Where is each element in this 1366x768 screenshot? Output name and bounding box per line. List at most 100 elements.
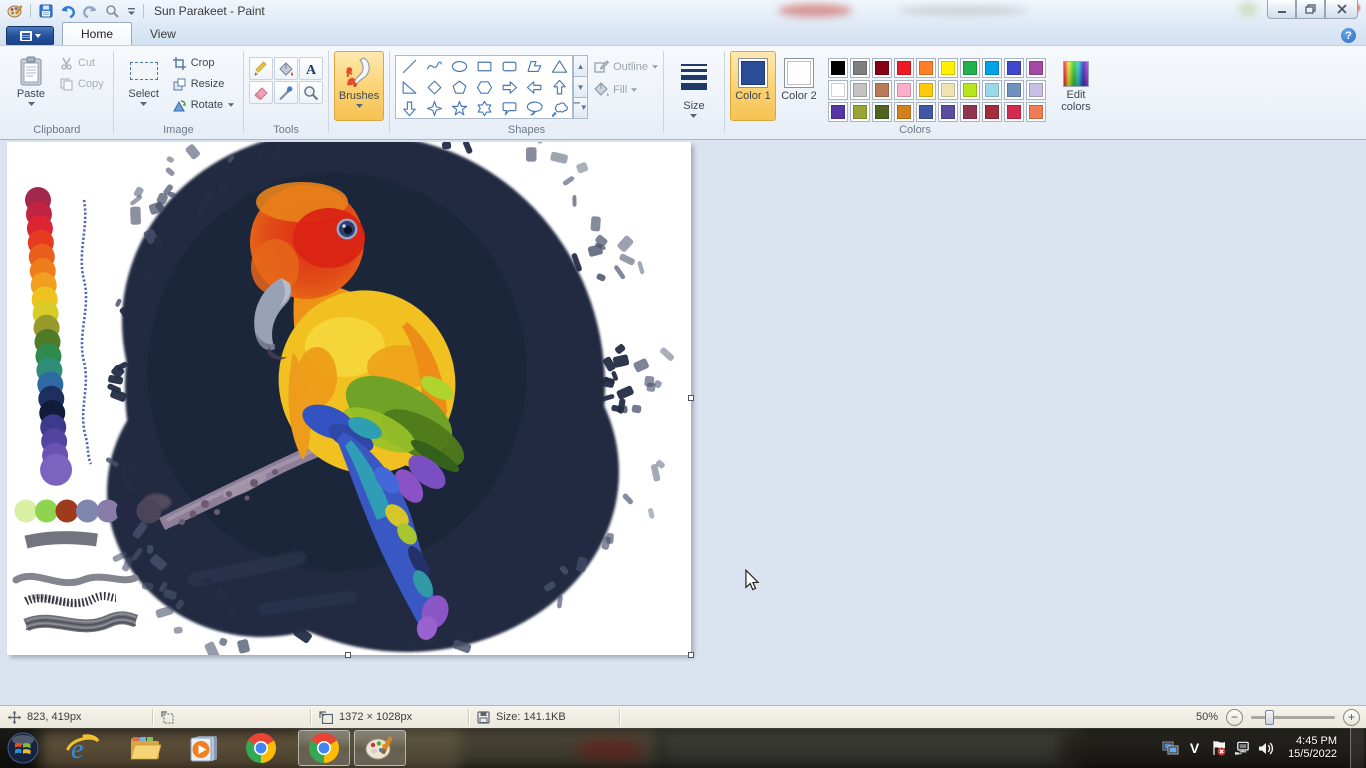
palette-swatch[interactable] [938,80,958,100]
taskbar-item-chrome[interactable] [238,728,284,768]
palette-swatch[interactable] [894,58,914,78]
v-app-icon[interactable]: V [1186,740,1203,757]
palette-swatch[interactable] [850,80,870,100]
palette-swatch[interactable] [850,58,870,78]
redo-icon[interactable] [81,2,99,20]
diamond-shape[interactable] [422,77,447,98]
palette-swatch[interactable] [960,58,980,78]
zoom-slider-thumb[interactable] [1265,710,1274,725]
scroll-up-icon[interactable]: ▲ [573,55,588,77]
outline-button[interactable]: Outline [594,59,658,74]
fill-button[interactable]: Fill [594,82,658,97]
close-button[interactable] [1325,0,1358,19]
color1-button[interactable]: Color 1 [730,51,776,121]
five-point-star-shape[interactable] [447,98,472,119]
crop-button[interactable]: Crop [169,53,238,73]
application-menu-button[interactable] [6,26,54,46]
palette-swatch[interactable] [1004,80,1024,100]
color-picker-tool-icon[interactable] [274,81,298,104]
paste-button[interactable]: Paste [6,51,56,121]
magnifier-tool-icon[interactable] [299,81,323,104]
four-point-star-shape[interactable] [422,98,447,119]
taskbar-item-file-explorer[interactable] [122,728,168,768]
taskbar-item-media-player[interactable] [180,728,226,768]
network-icon[interactable] [1234,740,1251,757]
taskbar-window-chrome[interactable] [298,730,350,766]
zoom-out-button[interactable]: − [1226,709,1243,726]
save-icon[interactable] [37,2,55,20]
right-triangle-shape[interactable] [397,77,422,98]
minimize-button[interactable] [1267,0,1296,19]
vm-monitor-icon[interactable] [1162,740,1179,757]
brushes-button[interactable]: Brushes [334,51,384,121]
start-button[interactable] [0,728,46,768]
canvas-resize-handle-corner[interactable] [688,652,694,658]
select-button[interactable]: Select [119,51,169,121]
palette-swatch[interactable] [982,58,1002,78]
line-shape[interactable] [397,56,422,77]
drawing-canvas[interactable] [7,142,691,655]
paint-app-icon[interactable] [6,2,24,20]
palette-swatch[interactable] [1026,58,1046,78]
fill-bucket-tool-icon[interactable] [274,57,298,80]
text-tool-icon[interactable]: A [299,57,323,80]
palette-swatch[interactable] [872,80,892,100]
palette-swatch[interactable] [916,58,936,78]
gallery-more-icon[interactable]: ▔▼ [573,98,588,119]
restore-button[interactable] [1296,0,1325,19]
six-point-star-shape[interactable] [472,98,497,119]
palette-swatch[interactable] [1026,102,1046,122]
palette-swatch[interactable] [960,80,980,100]
palette-swatch[interactable] [982,102,1002,122]
help-icon[interactable]: ? [1341,28,1356,43]
palette-swatch[interactable] [938,102,958,122]
show-desktop-button[interactable] [1350,728,1364,768]
resize-button[interactable]: Resize [169,74,238,94]
zoom-tool-icon[interactable] [103,2,121,20]
rotate-button[interactable]: Rotate [169,95,238,115]
arrow-left-shape[interactable] [522,77,547,98]
arrow-right-shape[interactable] [497,77,522,98]
zoom-in-button[interactable]: + [1343,709,1360,726]
triangle-shape[interactable] [547,56,572,77]
cut-button[interactable]: Cut [56,53,108,73]
action-center-icon[interactable] [1210,740,1227,757]
palette-swatch[interactable] [872,102,892,122]
palette-swatch[interactable] [916,80,936,100]
oval-callout-shape[interactable] [522,98,547,119]
volume-icon[interactable] [1258,740,1275,757]
arrow-down-shape[interactable] [397,98,422,119]
color2-button[interactable]: Color 2 [776,51,822,121]
curve-shape[interactable] [422,56,447,77]
palette-swatch[interactable] [1004,58,1024,78]
palette-swatch[interactable] [916,102,936,122]
hexagon-shape[interactable] [472,77,497,98]
polygon-shape[interactable] [522,56,547,77]
palette-swatch[interactable] [828,102,848,122]
palette-swatch[interactable] [982,80,1002,100]
palette-swatch[interactable] [894,80,914,100]
eraser-tool-icon[interactable] [249,81,273,104]
taskbar-window-paint[interactable] [354,730,406,766]
pencil-tool-icon[interactable] [249,57,273,80]
cloud-callout-shape[interactable] [547,98,572,119]
palette-swatch[interactable] [894,102,914,122]
palette-swatch[interactable] [1004,102,1024,122]
taskbar-item-internet-explorer[interactable]: e [60,728,106,768]
size-button[interactable]: Size [669,51,719,121]
canvas-resize-handle-right[interactable] [688,395,694,401]
edit-colors-button[interactable]: Edit colors [1052,51,1100,121]
rounded-callout-shape[interactable] [497,98,522,119]
ellipse-shape[interactable] [447,56,472,77]
palette-swatch[interactable] [872,58,892,78]
pentagon-shape[interactable] [447,77,472,98]
zoom-slider[interactable] [1251,716,1335,719]
tab-home[interactable]: Home [62,22,132,46]
canvas-resize-handle-bottom[interactable] [345,652,351,658]
tray-clock[interactable]: 4:45 PM 15/5/2022 [1288,735,1337,761]
arrow-up-shape[interactable] [547,77,572,98]
palette-swatch[interactable] [850,102,870,122]
rectangle-shape[interactable] [472,56,497,77]
customize-toolbar-icon[interactable] [125,2,137,20]
palette-swatch[interactable] [828,58,848,78]
